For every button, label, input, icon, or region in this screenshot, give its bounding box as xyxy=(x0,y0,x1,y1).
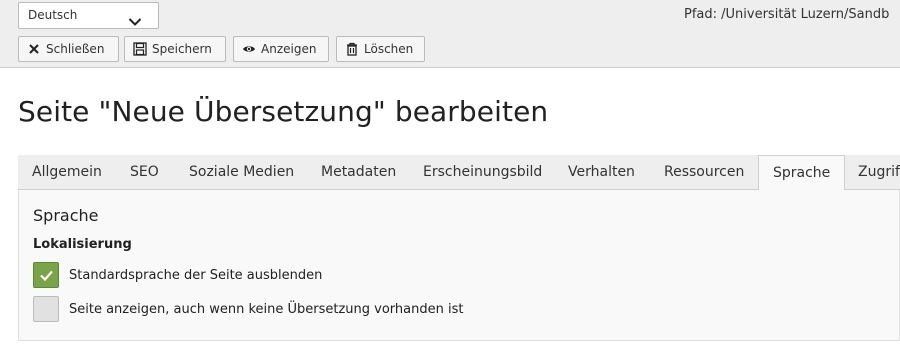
tab-sprache[interactable]: Sprache xyxy=(758,155,846,191)
section-title: Sprache xyxy=(33,206,99,225)
tab-metadaten[interactable]: Metadaten xyxy=(321,155,396,190)
tab-seo[interactable]: SEO xyxy=(130,155,159,190)
language-tab-panel: Sprache Lokalisierung Standardsprache de… xyxy=(18,190,900,341)
page-path: Pfad: /Universität Luzern/Sandb xyxy=(684,7,890,22)
save-button[interactable]: Speichern xyxy=(124,36,226,62)
show-without-translation-checkbox[interactable] xyxy=(33,296,59,322)
tab-verhalten[interactable]: Verhalten xyxy=(568,155,635,190)
tab-allgemein[interactable]: Allgemein xyxy=(32,155,102,190)
language-select-value: Deutsch xyxy=(28,8,78,22)
close-button-label: Schließen xyxy=(46,42,105,56)
language-select[interactable]: Deutsch xyxy=(18,2,159,29)
tab-bar: Allgemein SEO Soziale Medien Metadaten E… xyxy=(18,155,900,191)
hide-default-language-checkbox[interactable] xyxy=(33,262,59,288)
delete-button[interactable]: Löschen xyxy=(336,36,425,62)
close-button[interactable]: Schließen xyxy=(18,36,119,62)
doc-header-toolbar: Deutsch Pfad: /Universität Luzern/Sandb … xyxy=(0,0,900,68)
floppy-disk-icon xyxy=(133,42,147,56)
chevron-down-icon xyxy=(128,11,142,26)
trash-icon xyxy=(345,42,359,56)
hide-default-language-option[interactable]: Standardsprache der Seite ausblenden xyxy=(33,262,322,288)
tab-ressourcen[interactable]: Ressourcen xyxy=(664,155,744,190)
view-button[interactable]: Anzeigen xyxy=(233,36,329,62)
save-button-label: Speichern xyxy=(152,42,212,56)
eye-icon xyxy=(242,42,256,56)
delete-button-label: Löschen xyxy=(364,42,414,56)
x-icon xyxy=(27,42,41,56)
show-without-translation-option[interactable]: Seite anzeigen, auch wenn keine Übersetz… xyxy=(33,296,463,322)
hide-default-language-label: Standardsprache der Seite ausblenden xyxy=(69,267,323,283)
tab-erscheinungsbild[interactable]: Erscheinungsbild xyxy=(423,155,542,190)
tab-soziale-medien[interactable]: Soziale Medien xyxy=(189,155,294,190)
show-without-translation-label: Seite anzeigen, auch wenn keine Übersetz… xyxy=(69,301,464,317)
tab-zugriff[interactable]: Zugrif xyxy=(858,155,900,190)
view-button-label: Anzeigen xyxy=(261,42,317,56)
subsection-title: Lokalisierung xyxy=(33,237,132,252)
page-title: Seite "Neue Übersetzung" bearbeiten xyxy=(18,95,549,128)
checkmark-icon xyxy=(40,270,53,282)
